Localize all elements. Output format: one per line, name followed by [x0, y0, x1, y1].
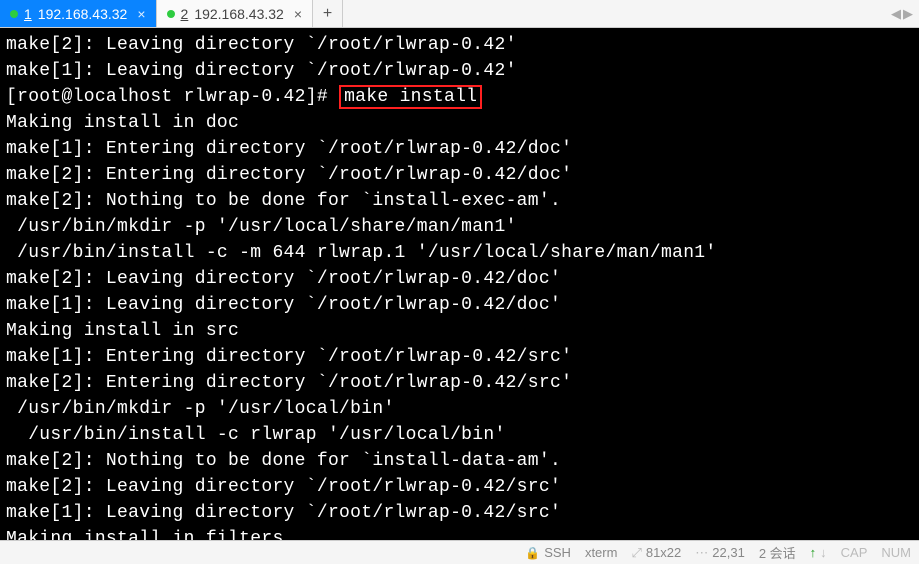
upload-icon: ↑ [810, 545, 817, 560]
status-size: ⤢ 81x22 [631, 545, 681, 561]
tab-bar: 1 192.168.43.32 × 2 192.168.43.32 × + ◀ … [0, 0, 919, 28]
status-cap: CAP [841, 545, 868, 560]
tab-2[interactable]: 2 192.168.43.32 × [157, 0, 314, 27]
cursor-icon: ⋯ [695, 545, 708, 561]
status-connection: 🔒 SSH [525, 545, 571, 560]
download-icon: ↓ [820, 545, 827, 560]
close-icon[interactable]: × [137, 7, 145, 21]
status-dot-icon [10, 10, 18, 18]
status-sessions: 2 会话 [759, 543, 796, 562]
close-icon[interactable]: × [294, 7, 302, 21]
status-dot-icon [167, 10, 175, 18]
tab-number: 2 [181, 6, 189, 22]
lock-icon: 🔒 [525, 546, 540, 560]
tab-1[interactable]: 1 192.168.43.32 × [0, 0, 157, 27]
resize-icon: ⤢ [631, 545, 641, 561]
status-term-type: xterm [585, 545, 618, 560]
tab-nav: ◀ ▶ [885, 0, 919, 27]
tab-prev-icon[interactable]: ◀ [891, 6, 901, 22]
highlighted-command: make install [339, 85, 482, 109]
tab-number: 1 [24, 6, 32, 22]
status-position: ⋯ 22,31 [695, 545, 745, 561]
tab-next-icon[interactable]: ▶ [903, 6, 913, 22]
status-bar: 🔒 SSH xterm ⤢ 81x22 ⋯ 22,31 2 会话 ↑ ↓ CAP… [0, 540, 919, 564]
status-num: NUM [881, 545, 911, 560]
tab-label: 192.168.43.32 [38, 6, 128, 22]
add-tab-button[interactable]: + [313, 0, 343, 27]
status-net: ↑ ↓ [810, 545, 827, 560]
terminal-output[interactable]: make[2]: Leaving directory `/root/rlwrap… [0, 28, 919, 540]
tab-label: 192.168.43.32 [194, 6, 284, 22]
